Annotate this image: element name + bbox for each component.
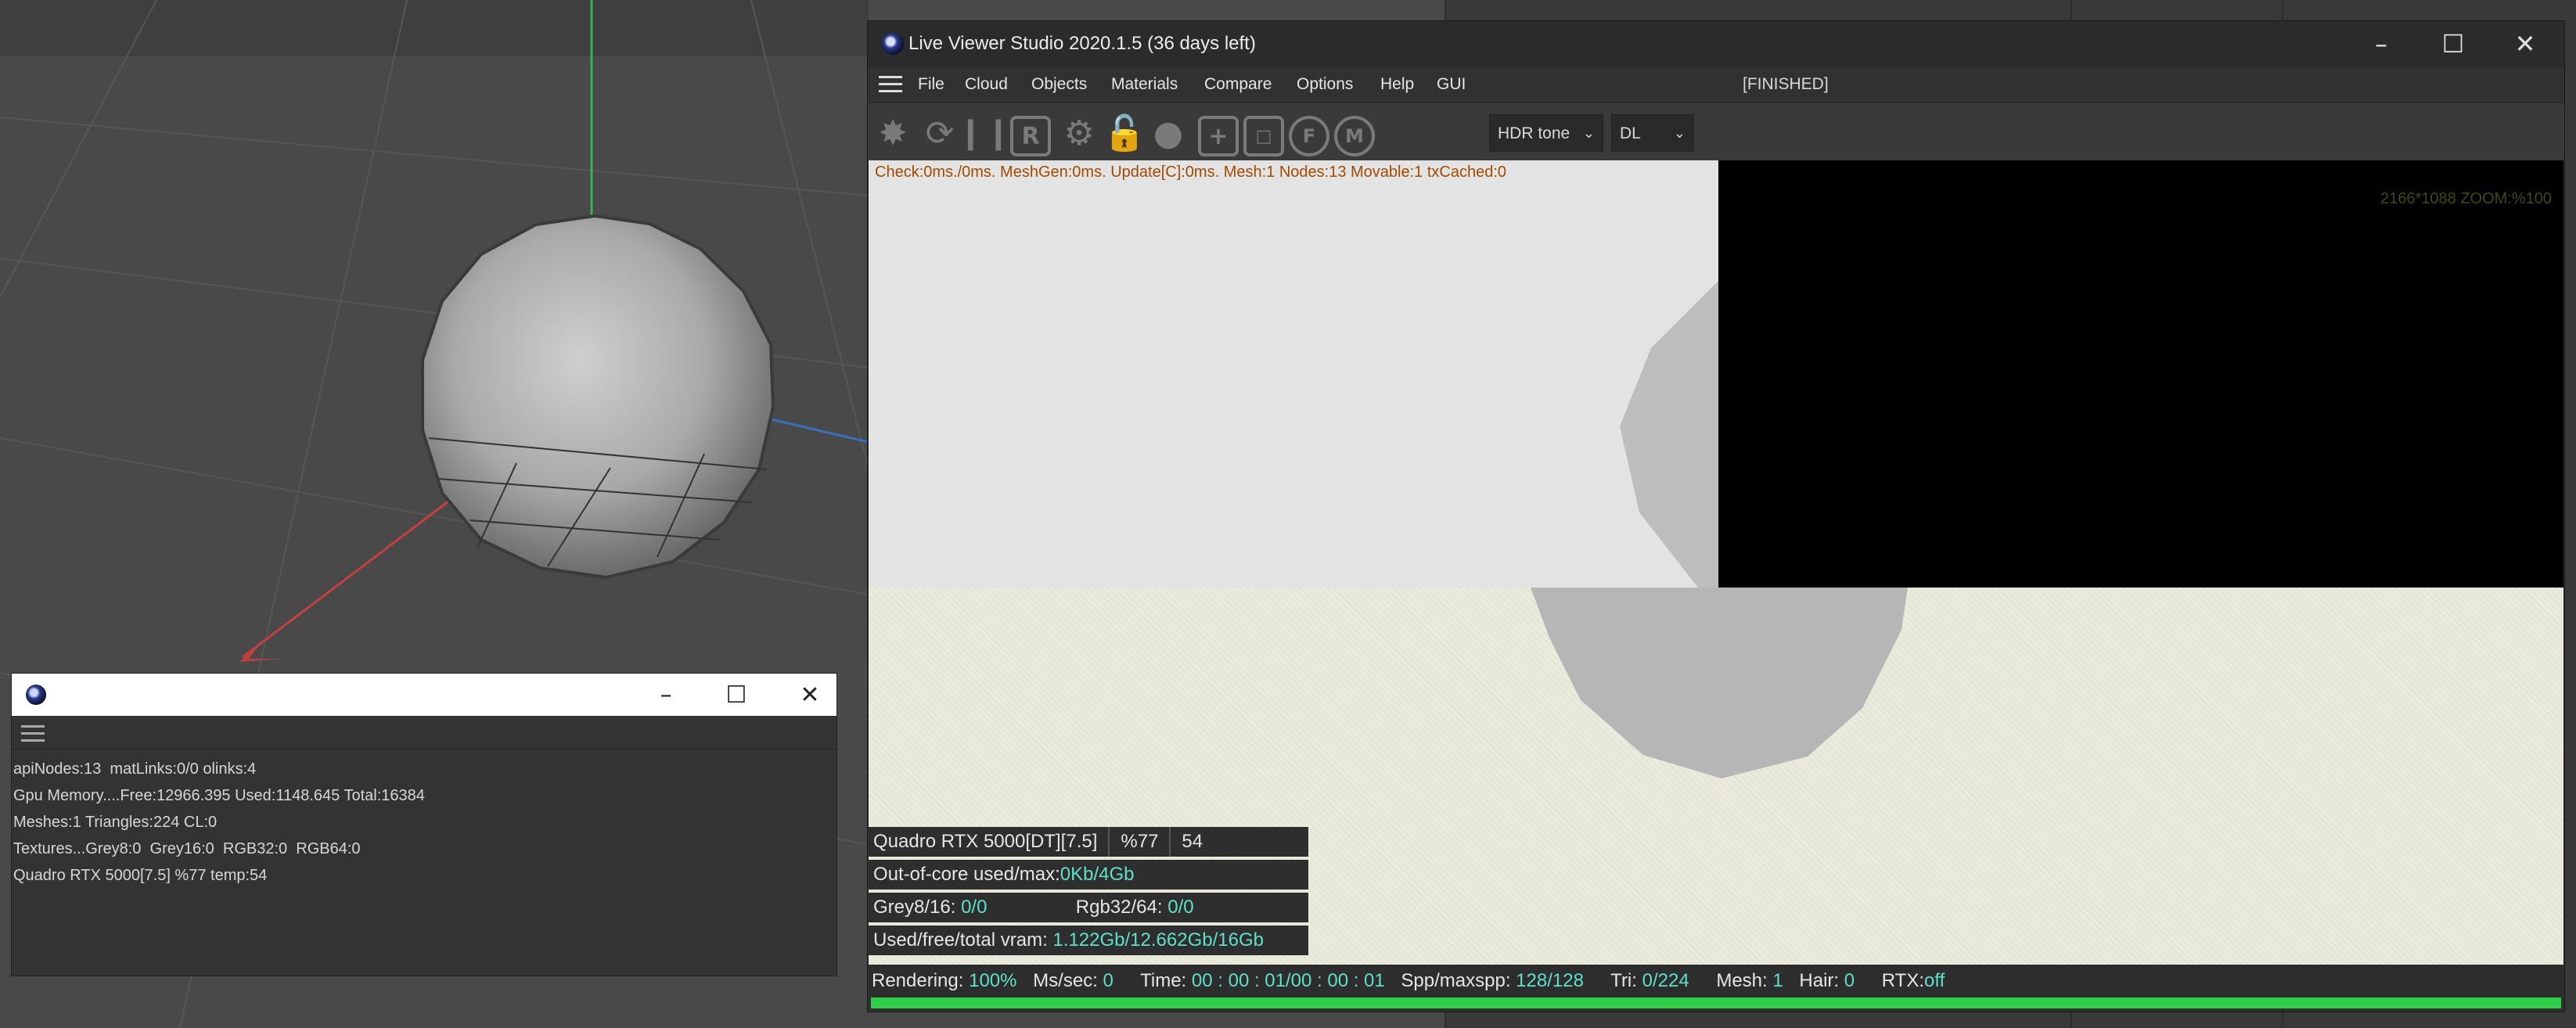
render-tile-black xyxy=(1718,160,2563,588)
app-logo-icon xyxy=(26,685,46,705)
chevron-down-icon: ⌄ xyxy=(1673,125,1686,142)
mesh-label: Mesh: xyxy=(1716,970,1768,991)
ms-label: Ms/sec: xyxy=(1033,970,1098,991)
stats-info-list: apiNodes:13 matLinks:0/0 olinks:4 Gpu Me… xyxy=(12,749,836,889)
pause-icon[interactable]: ❙❙ xyxy=(957,111,1011,155)
main-titlebar[interactable]: Live Viewer Studio 2020.1.5 (36 days lef… xyxy=(868,21,2564,66)
menu-materials[interactable]: Materials xyxy=(1111,66,1178,102)
mesh-value: 1 xyxy=(1772,970,1783,991)
vram-box: Used/free/total vram: 1.122Gb/12.662Gb/1… xyxy=(869,926,1308,955)
gpu-temp-line: Quadro RTX 5000[7.5] %77 temp:54 xyxy=(13,867,268,884)
minimize-icon[interactable]: – xyxy=(630,674,702,716)
rtx-value: off xyxy=(1924,970,1945,991)
rendering-value: 100% xyxy=(969,970,1017,991)
textures-line: Textures...Grey8:0 Grey16:0 RGB32:0 RGB6… xyxy=(13,840,361,857)
lock-icon[interactable]: 🔓 xyxy=(1103,111,1146,155)
sphere-object[interactable] xyxy=(421,214,775,580)
settings-gear-icon[interactable]: ⚙ xyxy=(1057,111,1101,155)
stats-window: – ☐ ✕ apiNodes:13 matLinks:0/0 olinks:4 … xyxy=(11,673,837,976)
menu-gui[interactable]: GUI xyxy=(1437,66,1466,102)
app-logo-icon xyxy=(882,33,904,55)
kernel-select-value: DL xyxy=(1620,124,1641,142)
render-stats-line: Check:0ms./0ms. MeshGen:0ms. Update[C]:0… xyxy=(875,164,1507,181)
spp-value: 128/128 xyxy=(1516,970,1584,991)
rendering-label: Rendering: xyxy=(872,970,964,991)
maximize-icon[interactable]: ☐ xyxy=(2417,21,2489,66)
hair-label: Hair: xyxy=(1799,970,1840,991)
menu-help[interactable]: Help xyxy=(1380,66,1414,102)
grey-label: Grey8/16: xyxy=(873,897,956,918)
meshes-line: Meshes:1 Triangles:224 CL:0 xyxy=(13,814,218,831)
close-icon[interactable]: ✕ xyxy=(2489,21,2561,66)
minimize-icon[interactable]: – xyxy=(2345,21,2417,66)
api-nodes-line: apiNodes:13 matLinks:0/0 olinks:4 xyxy=(13,760,257,778)
ooc-value: 0Kb/4Gb xyxy=(1060,864,1135,885)
rgb-label: Rgb32/64: xyxy=(1075,897,1163,918)
tonemap-select[interactable]: HDR tone ⌄ xyxy=(1489,114,1603,152)
texture-count-box: Grey8/16: 0/0 Rgb32/64: 0/0 xyxy=(869,893,1308,922)
gpu-percent: %77 xyxy=(1121,831,1159,852)
vram-label: Used/free/total vram: xyxy=(873,929,1048,951)
chevron-down-icon: ⌄ xyxy=(1582,125,1595,142)
tri-value: 0/224 xyxy=(1642,970,1689,991)
menu-options[interactable]: Options xyxy=(1297,66,1353,102)
gpu-temp: 54 xyxy=(1182,831,1203,852)
menu-objects[interactable]: Objects xyxy=(1031,66,1087,102)
live-viewer-window: Live Viewer Studio 2020.1.5 (36 days lef… xyxy=(867,20,2565,1012)
resolution-zoom-label: 2166*1088 ZOOM:%100 xyxy=(2380,190,2553,207)
menu-file[interactable]: File xyxy=(918,66,944,102)
render-progress-fill xyxy=(871,997,2561,1008)
gpu-memory-line: Gpu Memory....Free:12966.395 Used:1148.6… xyxy=(13,787,425,804)
gpu-info-box: Quadro RTX 5000[DT][7.5] %77 54 xyxy=(869,827,1308,857)
render-viewport[interactable]: 2166*1088 ZOOM:%100 Check:0ms./0ms. Mesh… xyxy=(869,160,2563,965)
region-render-icon[interactable]: R xyxy=(1010,116,1051,156)
hair-value: 0 xyxy=(1844,970,1855,991)
rgb-value: 0/0 xyxy=(1167,897,1194,918)
kernel-select[interactable]: DL ⌄ xyxy=(1611,114,1694,152)
gpu-name: Quadro RTX 5000[DT][7.5] xyxy=(873,831,1098,852)
refresh-icon[interactable]: ⟳ xyxy=(918,111,962,155)
hamburger-menu-icon[interactable] xyxy=(879,76,902,93)
window-title: Live Viewer Studio 2020.1.5 (36 days lef… xyxy=(908,33,1256,54)
status-bar: Rendering: 100% Ms/sec: 0 Time: 00 : 00 … xyxy=(869,965,2563,997)
render-progress-bar xyxy=(871,997,2561,1008)
tonemap-select-value: HDR tone xyxy=(1498,124,1570,142)
material-ball-icon[interactable]: ● xyxy=(1146,111,1190,155)
maximize-icon[interactable]: ☐ xyxy=(700,674,772,716)
film-picker-icon[interactable]: F xyxy=(1289,116,1329,156)
render-status: [FINISHED] xyxy=(1743,75,1829,93)
tri-label: Tri: xyxy=(1610,970,1637,991)
out-of-core-box: Out-of-core used/max:0Kb/4Gb xyxy=(869,860,1308,890)
hamburger-menu-icon[interactable] xyxy=(21,725,45,742)
close-icon[interactable]: ✕ xyxy=(774,674,846,716)
add-icon[interactable]: + xyxy=(1198,116,1239,156)
menu-cloud[interactable]: Cloud xyxy=(965,66,1008,102)
ooc-label: Out-of-core used/max: xyxy=(873,864,1060,885)
focus-picker-icon[interactable]: □ xyxy=(1243,116,1284,156)
ms-value: 0 xyxy=(1103,970,1114,991)
stats-window-menu-row xyxy=(12,716,836,749)
grey-value: 0/0 xyxy=(961,897,988,918)
restart-render-icon[interactable]: ✸ xyxy=(871,111,915,155)
time-label: Time: xyxy=(1140,970,1187,991)
toolbar: ✸ ⟳ ❙❙ R ⚙ 🔓 ● + □ F M HDR tone ⌄ DL ⌄ xyxy=(868,103,2564,163)
vram-value: 1.122Gb/12.662Gb/16Gb xyxy=(1052,929,1264,951)
stats-window-titlebar[interactable]: – ☐ ✕ xyxy=(12,674,836,716)
menu-compare[interactable]: Compare xyxy=(1204,66,1272,102)
menu-bar: File Cloud Objects Materials Compare Opt… xyxy=(868,66,2564,103)
rtx-label: RTX: xyxy=(1881,970,1925,991)
spp-label: Spp/maxspp: xyxy=(1401,970,1511,991)
time-value: 00 : 00 : 01/00 : 00 : 01 xyxy=(1191,970,1385,991)
material-picker-icon[interactable]: M xyxy=(1334,116,1375,156)
